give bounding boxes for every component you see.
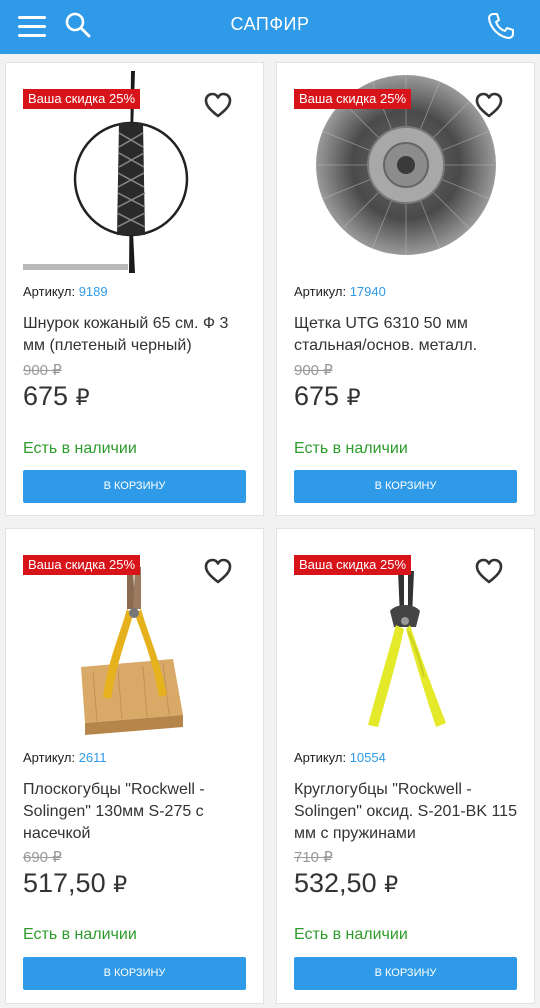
old-price: 900 ₽ <box>294 362 333 379</box>
stock-status: Есть в наличии <box>294 440 408 457</box>
product-name[interactable]: Плоскогубцы "Rockwell - Solingen" 130мм … <box>23 779 248 845</box>
discount-badge: Ваша скидка 25% <box>23 555 141 575</box>
article: Артикул: 9189 <box>23 284 108 299</box>
stock-status: Есть в наличии <box>294 926 408 943</box>
product-name[interactable]: Шнурок кожаный 65 см. Ф 3 мм (плетеный ч… <box>23 313 248 357</box>
stock-status: Есть в наличии <box>23 440 137 457</box>
price: 675 ₽ <box>294 381 361 411</box>
old-price: 710 ₽ <box>294 849 333 866</box>
top-app-bar: САПФИР <box>0 0 540 54</box>
add-to-cart-button[interactable]: В КОРЗИНУ <box>23 957 246 990</box>
product-card[interactable]: Ваша скидка 25% Артикул: 9189 Шнурок кож… <box>5 62 264 516</box>
heart-icon[interactable] <box>203 557 233 585</box>
article: Артикул: 17940 <box>294 284 386 299</box>
product-grid: Ваша скидка 25% Артикул: 9189 Шнурок кож… <box>0 54 540 1008</box>
article-number[interactable]: 17940 <box>350 284 386 299</box>
article-number[interactable]: 2611 <box>79 750 107 765</box>
heart-icon[interactable] <box>474 557 504 585</box>
product-card[interactable]: Ваша скидка 25% Артикул: 10554 Круглогуб… <box>276 528 535 1004</box>
stock-status: Есть в наличии <box>23 926 137 943</box>
add-to-cart-button[interactable]: В КОРЗИНУ <box>294 957 517 990</box>
article-number[interactable]: 10554 <box>350 750 386 765</box>
heart-icon[interactable] <box>474 91 504 119</box>
product-name[interactable]: Круглогубцы "Rockwell - Solingen" оксид.… <box>294 779 519 845</box>
phone-icon[interactable] <box>486 11 516 41</box>
old-price: 900 ₽ <box>23 362 62 379</box>
discount-badge: Ваша скидка 25% <box>294 555 412 575</box>
price: 675 ₽ <box>23 381 90 411</box>
product-card[interactable]: Ваша скидка 25% Артикул: 2611 Плоскогубц… <box>5 528 264 1004</box>
price: 517,50 ₽ <box>23 868 128 898</box>
heart-icon[interactable] <box>203 91 233 119</box>
article: Артикул: 10554 <box>294 750 386 765</box>
discount-badge: Ваша скидка 25% <box>23 89 141 109</box>
product-name[interactable]: Щетка UTG 6310 50 мм стальная/основ. мет… <box>294 313 519 357</box>
discount-badge: Ваша скидка 25% <box>294 89 412 109</box>
product-card[interactable]: Ваша скидка 25% Артикул: 17940 Щетка UTG… <box>276 62 535 516</box>
app-title: САПФИР <box>230 14 310 34</box>
price: 532,50 ₽ <box>294 868 399 898</box>
add-to-cart-button[interactable]: В КОРЗИНУ <box>23 470 246 503</box>
old-price: 690 ₽ <box>23 849 62 866</box>
add-to-cart-button[interactable]: В КОРЗИНУ <box>294 470 517 503</box>
article: Артикул: 2611 <box>23 750 107 765</box>
article-number[interactable]: 9189 <box>79 284 108 299</box>
